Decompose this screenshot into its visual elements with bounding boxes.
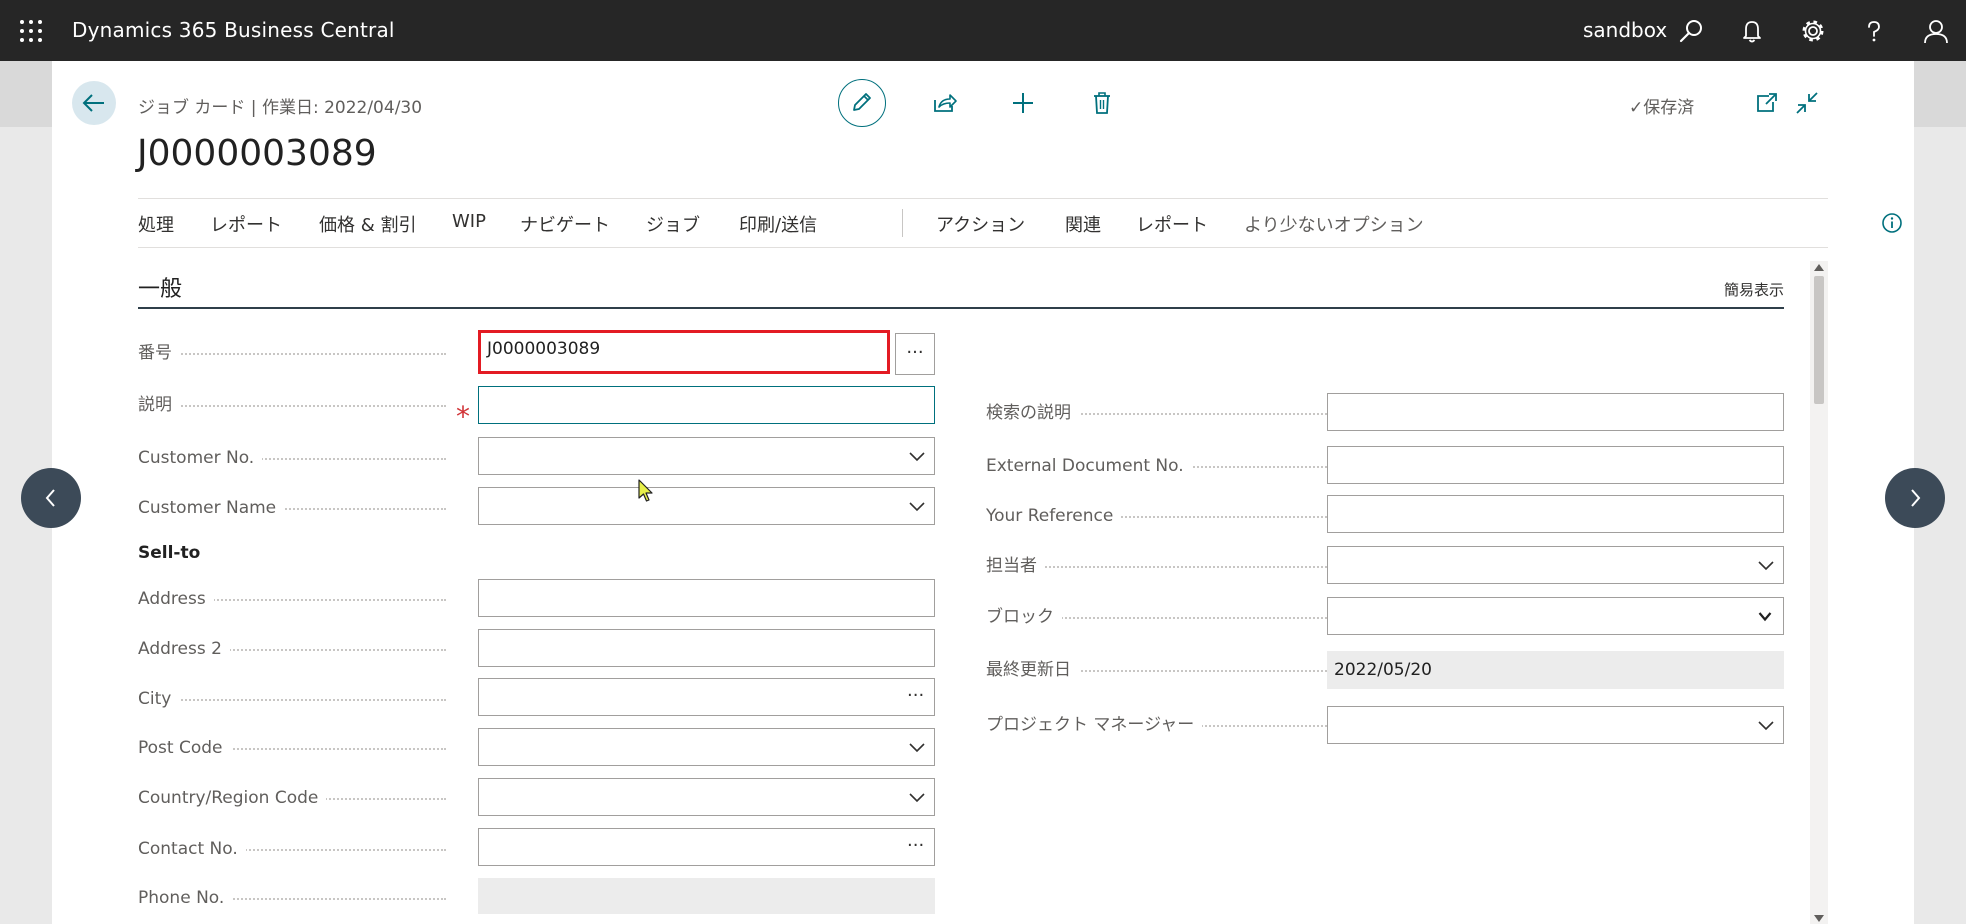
field-label-address-2: Address 2 (138, 637, 446, 661)
field-label-post-code: Post Code (138, 736, 446, 760)
chevron-down-icon[interactable] (1758, 719, 1774, 731)
country-region-code-dropdown[interactable] (478, 778, 935, 816)
contact-no-input[interactable] (478, 828, 935, 866)
menu-related[interactable]: 関連 (1065, 211, 1101, 237)
chevron-down-icon[interactable] (909, 500, 925, 512)
waffle-icon[interactable] (19, 19, 43, 43)
top-bar: Dynamics 365 Business Central sandbox (0, 0, 1966, 61)
breadcrumb: ジョブ カード | 作業日: 2022/04/30 (138, 98, 423, 118)
delete-icon (1094, 92, 1110, 114)
field-label-no: 番号 (138, 341, 446, 365)
edit-button[interactable] (838, 79, 886, 127)
search-description-input[interactable] (1327, 393, 1784, 431)
new-button[interactable] (1009, 89, 1037, 117)
contact-no-assist-button[interactable]: ··· (907, 828, 924, 864)
open-new-window-icon[interactable] (1752, 89, 1780, 117)
previous-record-button[interactable] (21, 468, 81, 528)
phone-no-field[interactable] (478, 878, 935, 914)
menu-print-send[interactable]: 印刷/送信 (739, 211, 817, 237)
info-icon[interactable] (1881, 212, 1903, 234)
field-label-last-date-modified: 最終更新日 (986, 658, 1358, 682)
city-input[interactable] (478, 678, 935, 716)
no-assist-button[interactable]: ··· (895, 333, 935, 375)
show-less-toggle[interactable]: 簡易表示 (1724, 279, 1784, 300)
field-label-city: City (138, 687, 446, 711)
back-arrow-icon (82, 94, 104, 112)
user-icon[interactable] (1922, 17, 1950, 45)
field-label-your-reference: Your Reference (986, 504, 1358, 528)
post-code-dropdown[interactable] (478, 728, 935, 766)
your-reference-input[interactable] (1327, 495, 1784, 533)
menu-fewer-options[interactable]: より少ないオプション (1244, 211, 1424, 237)
menu-process[interactable]: 処理 (138, 211, 174, 237)
chevron-down-icon[interactable] (1758, 559, 1774, 571)
section-general: 一般 簡易表示 (138, 271, 1784, 309)
menu-actions[interactable]: アクション (936, 211, 1025, 237)
blocked-select[interactable] (1327, 597, 1784, 635)
field-label-customer-no: Customer No. (138, 446, 446, 470)
help-icon[interactable] (1860, 17, 1888, 45)
back-button[interactable] (72, 81, 116, 125)
field-label-external-document-no: External Document No. (986, 454, 1358, 478)
menu-prices-discounts[interactable]: 価格 & 割引 (319, 211, 416, 237)
action-bar: 処理 レポート 価格 & 割引 WIP ナビゲート ジョブ 印刷/送信 アクショ… (138, 198, 1902, 248)
vertical-scrollbar[interactable] (1810, 261, 1828, 924)
external-document-no-input[interactable] (1327, 446, 1784, 484)
menu-job[interactable]: ジョブ (646, 211, 700, 237)
chevron-down-icon[interactable] (909, 741, 925, 753)
menu-separator (902, 209, 903, 237)
scroll-up-arrow-icon[interactable] (1814, 264, 1824, 271)
plus-icon (1013, 93, 1033, 113)
chevron-left-icon (45, 489, 55, 507)
menu-report[interactable]: レポート (210, 211, 282, 237)
last-date-modified-field[interactable]: 2022/05/20 (1327, 651, 1784, 689)
save-status: ✓保存済 (1629, 98, 1695, 118)
edit-pencil-icon (853, 93, 871, 111)
mouse-cursor-icon (637, 479, 655, 503)
address-2-input[interactable] (478, 629, 935, 667)
group-label-sell-to: Sell-to (138, 543, 201, 563)
field-label-person-responsible: 担当者 (986, 554, 1358, 578)
bell-icon[interactable] (1738, 17, 1766, 45)
environment-name: sandbox (1583, 18, 1668, 42)
required-indicator: * (456, 400, 470, 433)
page-title: J0000003089 (137, 133, 377, 174)
field-label-country-region-code: Country/Region Code (138, 786, 446, 810)
share-icon[interactable] (930, 89, 958, 117)
app-title[interactable]: Dynamics 365 Business Central (72, 18, 395, 42)
field-label-project-manager: プロジェクト マネージャー (986, 713, 1358, 737)
field-label-phone-no: Phone No. (138, 886, 446, 910)
select-chevron-icon[interactable] (1758, 611, 1772, 622)
next-record-button[interactable] (1885, 468, 1945, 528)
scroll-down-arrow-icon[interactable] (1814, 915, 1824, 922)
section-title[interactable]: 一般 (138, 271, 182, 303)
search-icon[interactable] (1677, 17, 1705, 45)
project-manager-dropdown[interactable] (1327, 706, 1784, 744)
chevron-down-icon[interactable] (909, 791, 925, 803)
field-label-description: 説明 (138, 393, 446, 417)
collapse-icon[interactable] (1793, 89, 1821, 117)
customer-no-dropdown[interactable] (478, 437, 935, 475)
menu-wip[interactable]: WIP (452, 211, 486, 232)
delete-button[interactable] (1088, 89, 1116, 117)
field-label-address: Address (138, 587, 446, 611)
menu-report-2[interactable]: レポート (1136, 211, 1208, 237)
field-label-contact-no: Contact No. (138, 837, 446, 861)
field-label-blocked: ブロック (986, 605, 1358, 629)
description-input[interactable] (478, 386, 935, 424)
gear-icon[interactable] (1799, 17, 1827, 45)
person-responsible-dropdown[interactable] (1327, 546, 1784, 584)
job-card-page: ジョブ カード | 作業日: 2022/04/30 J0000003089 ✓保… (52, 61, 1914, 924)
city-assist-button[interactable]: ··· (907, 678, 924, 714)
menu-navigate[interactable]: ナビゲート (520, 211, 610, 237)
field-label-search-description: 検索の説明 (986, 401, 1358, 425)
field-label-customer-name: Customer Name (138, 496, 446, 520)
no-input[interactable]: J0000003089 (478, 330, 890, 374)
scroll-thumb[interactable] (1814, 276, 1824, 404)
chevron-right-icon (1911, 489, 1921, 507)
chevron-down-icon[interactable] (909, 450, 925, 462)
customer-name-dropdown[interactable] (478, 487, 935, 525)
address-input[interactable] (478, 579, 935, 617)
